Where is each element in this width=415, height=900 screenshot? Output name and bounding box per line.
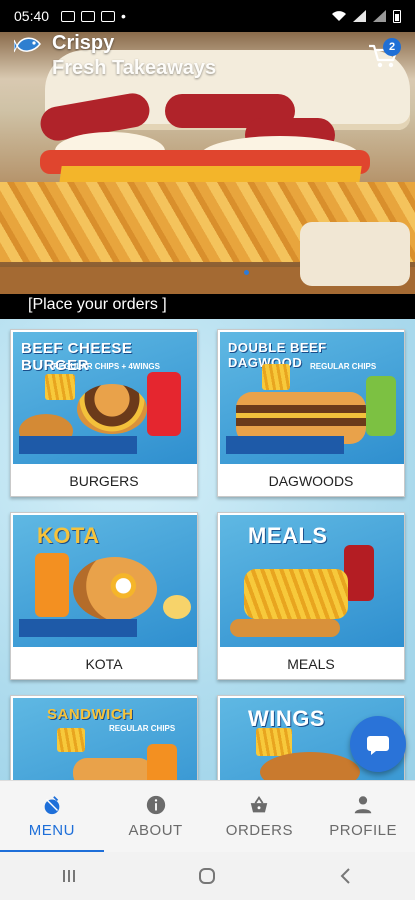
wings-graphic	[260, 752, 360, 780]
chat-bubble-icon	[367, 736, 389, 755]
recent-apps-icon[interactable]	[58, 865, 80, 887]
person-icon	[354, 796, 372, 814]
kota-promo-image: KOTA	[13, 515, 197, 647]
signal-icon	[353, 10, 366, 22]
back-icon[interactable]	[335, 865, 357, 887]
photo-notification-icon	[81, 10, 96, 22]
carousel-indicator	[244, 270, 249, 275]
nav-label: MENU	[28, 822, 75, 839]
soda-can-graphic	[366, 376, 396, 436]
category-card-dagwoods[interactable]: DOUBLE BEEF DAGWOOD REGULAR CHIPS DAGWOO…	[217, 329, 405, 497]
nav-label: PROFILE	[329, 822, 397, 839]
dagwoods-promo-image: DOUBLE BEEF DAGWOOD REGULAR CHIPS	[220, 332, 404, 464]
promo-banner	[226, 436, 344, 454]
soda-can-graphic	[147, 372, 181, 436]
burgers-promo-image: BEEF CHEESE BURGER REGULAR CHIPS + 4WING…	[13, 332, 197, 464]
soda-can-graphic	[344, 545, 374, 601]
notification-dot: •	[121, 8, 126, 24]
fries-graphic	[262, 364, 290, 390]
promo-title: KOTA	[37, 523, 100, 548]
notification-icons: •	[61, 8, 126, 24]
category-label: DAGWOODS	[268, 473, 354, 489]
fish-logo-icon	[14, 37, 41, 53]
category-card-burgers[interactable]: BEEF CHEESE BURGER REGULAR CHIPS + 4WING…	[10, 329, 198, 497]
brand-tagline: Fresh Takeaways	[52, 57, 217, 79]
bun-bottom-graphic	[300, 222, 410, 286]
fanta-can-graphic	[147, 744, 177, 780]
fries-graphic	[45, 374, 75, 400]
promo-subtitle: REGULAR CHIPS	[310, 362, 377, 371]
fanta-can-graphic	[35, 553, 69, 617]
nav-profile[interactable]: PROFILE	[311, 781, 415, 852]
egg-graphic	[163, 595, 191, 619]
wifi-icon	[332, 11, 346, 21]
promo-banner	[19, 436, 137, 454]
category-card-meals[interactable]: MEALS MEALS	[217, 512, 405, 680]
promo-subtitle: REGULAR CHIPS + 4WINGS	[53, 362, 160, 371]
category-label: BURGERS	[69, 473, 139, 489]
brand-name: Crispy	[52, 32, 115, 54]
status-time: 05:40	[14, 8, 50, 24]
fries-graphic	[57, 728, 85, 752]
home-icon[interactable]	[196, 865, 218, 887]
meals-promo-image: MEALS	[220, 515, 404, 647]
nav-label: ORDERS	[225, 822, 293, 839]
basket-icon	[251, 796, 268, 813]
fries-graphic	[256, 728, 292, 756]
system-navigation-bar	[0, 852, 415, 900]
place-orders-banner: [Place your orders ]	[0, 294, 415, 319]
cart-button[interactable]: 2	[367, 38, 401, 70]
image-notification-icon	[61, 10, 76, 22]
kota-graphic	[73, 557, 157, 621]
nav-label: ABOUT	[128, 822, 183, 839]
sandwich-promo-image: SANDWICH REGULAR CHIPS	[13, 698, 197, 780]
sandwich-graphic	[73, 758, 153, 780]
nav-menu[interactable]: MENU	[0, 781, 104, 852]
bottom-navigation: MENU ABOUT ORDERS PROFILE	[0, 780, 415, 852]
info-icon	[146, 795, 165, 815]
message-notification-icon	[101, 10, 116, 22]
brand-header: Crispy Fresh Takeaways	[14, 32, 216, 80]
status-bar: 05:40 •	[0, 0, 415, 32]
category-card-kota[interactable]: KOTA KOTA	[10, 512, 198, 680]
cart-count-badge: 2	[383, 38, 401, 56]
hero-banner-image[interactable]: Crispy Fresh Takeaways 2	[0, 32, 415, 294]
category-card-sandwich[interactable]: SANDWICH REGULAR CHIPS	[10, 695, 198, 780]
promo-title: MEALS	[248, 523, 328, 548]
carousel-dot	[244, 270, 249, 275]
category-label: KOTA	[85, 656, 123, 672]
nav-about[interactable]: ABOUT	[104, 781, 208, 852]
food-icon	[44, 796, 60, 815]
burger-graphic	[77, 384, 147, 434]
category-label: MEALS	[287, 656, 335, 672]
category-grid[interactable]: BEEF CHEESE BURGER REGULAR CHIPS + 4WING…	[0, 319, 415, 780]
promo-banner	[19, 619, 137, 637]
nav-orders[interactable]: ORDERS	[208, 781, 312, 852]
nuggets-graphic	[230, 619, 340, 637]
battery-icon	[393, 9, 401, 23]
promo-title: SANDWICH	[47, 706, 134, 723]
fries-plate-graphic	[244, 569, 348, 619]
chat-button[interactable]	[350, 716, 406, 772]
signal-icon-2	[373, 10, 386, 22]
promo-subtitle: REGULAR CHIPS	[109, 724, 176, 733]
